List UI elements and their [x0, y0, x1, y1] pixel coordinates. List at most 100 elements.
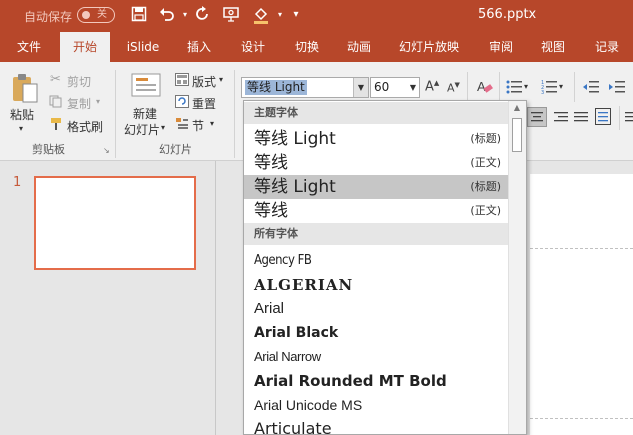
clipboard-launcher-icon[interactable]: ↘: [103, 146, 110, 155]
tab-islide[interactable]: iSlide: [118, 32, 168, 62]
font-option-theme-body[interactable]: 等线 (正文): [244, 199, 509, 223]
theme-fonts-header: 主题字体: [244, 102, 509, 124]
customize-qat-icon[interactable]: ▾: [287, 6, 305, 24]
layout-dropdown-icon[interactable]: ▾: [219, 75, 223, 84]
group-divider: [234, 70, 235, 158]
font-option-tag: (正文): [470, 204, 501, 217]
redo-icon[interactable]: [193, 6, 211, 24]
paint-bucket-icon[interactable]: [252, 6, 270, 24]
present-icon[interactable]: [222, 6, 240, 24]
group-divider: [115, 70, 116, 158]
font-name-value[interactable]: 等线 Light: [245, 80, 307, 95]
font-option-name: 等线 Light: [254, 129, 336, 149]
font-option-algerian[interactable]: ALGERIAN: [244, 273, 509, 297]
tab-file[interactable]: 文件: [6, 32, 52, 62]
tab-insert[interactable]: 插入: [176, 32, 222, 62]
decrease-indent-icon[interactable]: [583, 80, 599, 94]
font-option-agency-fb[interactable]: Agency FB: [244, 249, 509, 273]
autosave-state: 关: [97, 9, 107, 20]
columns-icon[interactable]: [625, 109, 633, 125]
font-option-arial-rounded[interactable]: Arial Rounded MT Bold: [244, 369, 509, 393]
all-fonts-header: 所有字体: [244, 223, 509, 245]
autosave-toggle[interactable]: 关: [77, 7, 115, 23]
cut-button[interactable]: 剪切: [67, 73, 91, 90]
slide-thumbnail[interactable]: [34, 176, 196, 270]
font-size-combobox[interactable]: 60 ▼: [370, 77, 420, 98]
dropdown-scrollbar[interactable]: ▲: [508, 101, 526, 434]
section-button[interactable]: 节: [192, 117, 204, 134]
font-size-value[interactable]: 60: [374, 80, 389, 94]
group-divider: [499, 72, 500, 102]
tab-view[interactable]: 视图: [530, 32, 576, 62]
save-icon[interactable]: [130, 6, 148, 24]
layout-button[interactable]: 版式: [192, 73, 216, 90]
tab-animations[interactable]: 动画: [336, 32, 382, 62]
font-option-theme-heading[interactable]: 等线 Light (标题): [244, 127, 509, 151]
distributed-icon[interactable]: [595, 108, 611, 126]
font-option-arial-black[interactable]: Arial Black: [244, 321, 509, 345]
tab-design[interactable]: 设计: [230, 32, 276, 62]
new-slide-dropdown-icon[interactable]: ▾: [161, 123, 165, 132]
bullets-dropdown-icon[interactable]: ▾: [524, 82, 528, 91]
paste-icon[interactable]: [10, 72, 40, 104]
font-option-arial-narrow[interactable]: Arial Narrow: [244, 345, 509, 369]
bullets-icon[interactable]: [506, 80, 522, 94]
autosave-label: 自动保存: [24, 10, 73, 24]
font-size-dropdown-arrow-icon[interactable]: ▼: [407, 78, 419, 97]
increase-font-size-icon[interactable]: A▲: [425, 79, 439, 94]
decrease-font-size-icon[interactable]: A▼: [447, 81, 460, 95]
reset-button[interactable]: 重置: [192, 95, 216, 112]
copy-dropdown-icon[interactable]: ▾: [96, 97, 100, 106]
font-dropdown-list: 主题字体 等线 Light (标题) 等线 (正文) 等线 Light (标题)…: [243, 100, 527, 435]
group-divider: [574, 72, 575, 102]
new-slide-icon[interactable]: [131, 72, 163, 100]
font-option-arial-unicode[interactable]: Arial Unicode MS: [244, 393, 509, 417]
font-option-theme-body[interactable]: 等线 (正文): [244, 151, 509, 175]
font-option-arial[interactable]: Arial: [244, 297, 509, 321]
clear-formatting-icon[interactable]: A: [476, 78, 494, 96]
font-option-name: 等线: [254, 201, 288, 221]
tab-slideshow[interactable]: 幻灯片放映: [392, 32, 466, 62]
justify-icon[interactable]: [573, 109, 589, 125]
paste-button[interactable]: 粘贴: [10, 106, 34, 123]
font-option-articulate[interactable]: Articulate: [244, 417, 509, 434]
svg-text:3: 3: [541, 90, 544, 94]
font-option-tag: (标题): [470, 132, 501, 145]
paste-dropdown-icon[interactable]: ▾: [19, 124, 23, 133]
new-slide-label-1[interactable]: 新建: [133, 105, 157, 122]
section-dropdown-icon[interactable]: ▾: [210, 119, 214, 128]
ribbon-tabs: 文件 开始 iSlide 插入 设计 切换 动画 幻灯片放映 审阅 视图 记录: [0, 32, 633, 62]
scrollbar-thumb[interactable]: [512, 118, 522, 152]
new-slide-label-2[interactable]: 幻灯片: [124, 121, 160, 138]
align-center-icon[interactable]: [527, 107, 547, 127]
slides-group-label: 幻灯片: [159, 143, 192, 156]
undo-icon[interactable]: [158, 6, 176, 24]
group-divider: [467, 72, 468, 102]
font-dropdown-arrow-icon[interactable]: ▼: [353, 78, 368, 97]
align-right-icon[interactable]: [552, 109, 568, 125]
reset-icon: [175, 95, 189, 108]
slide-number: 1: [13, 175, 22, 190]
font-name-combobox[interactable]: 等线 Light ▼: [241, 77, 369, 98]
tab-home[interactable]: 开始: [60, 32, 110, 62]
svg-text:A: A: [477, 79, 486, 94]
numbering-icon[interactable]: 123: [541, 80, 557, 96]
slide-canvas[interactable]: [530, 174, 633, 435]
font-option-tag: (标题): [470, 180, 501, 193]
font-option-theme-heading-selected[interactable]: 等线 Light (标题): [244, 175, 509, 199]
tab-transitions[interactable]: 切换: [284, 32, 330, 62]
layout-icon: [175, 73, 189, 86]
font-option-tag: (正文): [470, 156, 501, 169]
format-painter-button[interactable]: 格式刷: [67, 118, 103, 135]
scroll-up-icon[interactable]: ▲: [511, 103, 523, 113]
numbering-dropdown-icon[interactable]: ▾: [559, 82, 563, 91]
tab-record[interactable]: 记录: [584, 32, 630, 62]
undo-dropdown-icon[interactable]: ▾: [176, 6, 194, 24]
increase-indent-icon[interactable]: [609, 80, 625, 94]
scissors-icon: ✂: [50, 72, 61, 87]
placeholder-border: [530, 248, 633, 249]
section-icon: [175, 117, 189, 130]
copy-button[interactable]: 复制: [67, 95, 91, 112]
copy-icon: [49, 95, 62, 108]
tab-review[interactable]: 审阅: [478, 32, 524, 62]
